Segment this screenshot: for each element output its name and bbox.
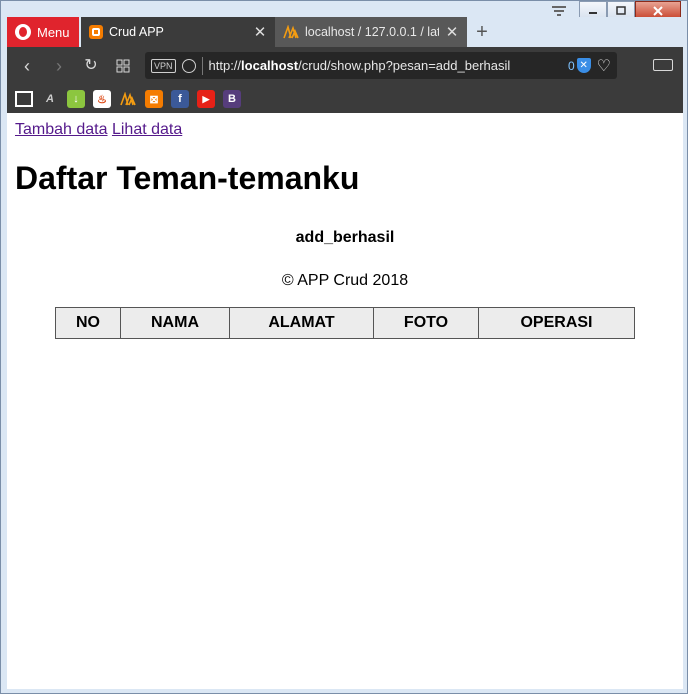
address-bar[interactable]: VPN http://localhost/crud/show.php?pesan… (145, 52, 617, 79)
opera-logo-icon (15, 24, 31, 40)
table-header-row: NO NAMA ALAMAT FOTO OPERASI (55, 307, 635, 339)
xampp-icon (89, 25, 103, 39)
facebook-icon[interactable]: f (171, 90, 189, 108)
friends-table: NO NAMA ALAMAT FOTO OPERASI (55, 307, 635, 339)
adblock-shield-icon: ✕ (576, 58, 591, 73)
header-nama: NAMA (120, 307, 230, 339)
browser-window: Menu Crud APP ✕ localhost / 127.0.0.1 / … (0, 0, 688, 694)
close-tab-icon[interactable]: ✕ (253, 23, 267, 41)
bootstrap-icon[interactable]: B (223, 90, 241, 108)
adblock-indicator[interactable]: 0 ✕ (568, 58, 591, 73)
youtube-icon[interactable]: ▶ (197, 90, 215, 108)
opera-menu-button[interactable]: Menu (7, 17, 79, 47)
reload-icon[interactable]: ↻ (81, 56, 101, 76)
globe-icon[interactable] (181, 58, 196, 73)
header-foto: FOTO (373, 307, 479, 339)
new-tab-icon[interactable]: + (473, 22, 491, 42)
lihat-data-link[interactable]: Lihat data (112, 121, 182, 138)
navigation-bar: ‹ › ↻ VPN http://localhost/crud/show.php… (7, 47, 683, 85)
phpmyadmin-icon[interactable] (119, 90, 137, 108)
url-text[interactable]: http://localhost/crud/show.php?pesan=add… (209, 58, 562, 73)
bookmark-heart-icon[interactable]: ♡ (597, 56, 611, 76)
blocked-count: 0 (567, 58, 575, 73)
header-alamat: ALAMAT (229, 307, 374, 339)
tab-title: localhost / 127.0.0.1 / latih (305, 25, 439, 39)
close-tab-icon[interactable]: ✕ (445, 23, 459, 41)
top-navigation: Tambah data Lihat data (15, 121, 182, 139)
tab-crud-app[interactable]: Crud APP ✕ (81, 17, 275, 47)
speed-dial-icon[interactable] (113, 56, 133, 76)
forward-icon[interactable]: › (49, 56, 69, 76)
tab-phpmyadmin[interactable]: localhost / 127.0.0.1 / latih ✕ (275, 17, 467, 47)
panel-icon[interactable] (15, 91, 33, 107)
tab-bar: Menu Crud APP ✕ localhost / 127.0.0.1 / … (7, 17, 683, 47)
divider (201, 56, 203, 75)
download-icon[interactable]: ↓ (67, 90, 85, 108)
bookmarks-bar: A ↓ ♨ ⊠ f ▶ B (7, 85, 683, 113)
header-no: NO (55, 307, 121, 339)
tab-title: Crud APP (109, 25, 164, 39)
codeigniter-icon[interactable]: ♨ (93, 90, 111, 108)
phpmyadmin-icon (283, 24, 299, 39)
xampp-icon[interactable]: ⊠ (145, 90, 163, 108)
back-icon[interactable]: ‹ (17, 56, 37, 76)
vpn-badge[interactable]: VPN (151, 58, 176, 73)
page-content: Tambah data Lihat data Daftar Teman-tema… (7, 113, 683, 689)
status-message: add_berhasil (295, 229, 395, 246)
header-operasi: OPERASI (478, 307, 635, 339)
pen-icon[interactable]: A (41, 90, 59, 108)
tambah-data-link[interactable]: Tambah data (15, 121, 108, 138)
battery-saver-icon[interactable] (653, 59, 673, 71)
copyright-text: © APP Crud 2018 (281, 272, 409, 289)
menu-label: Menu (37, 24, 70, 40)
page-title: Daftar Teman-temanku (15, 160, 360, 196)
